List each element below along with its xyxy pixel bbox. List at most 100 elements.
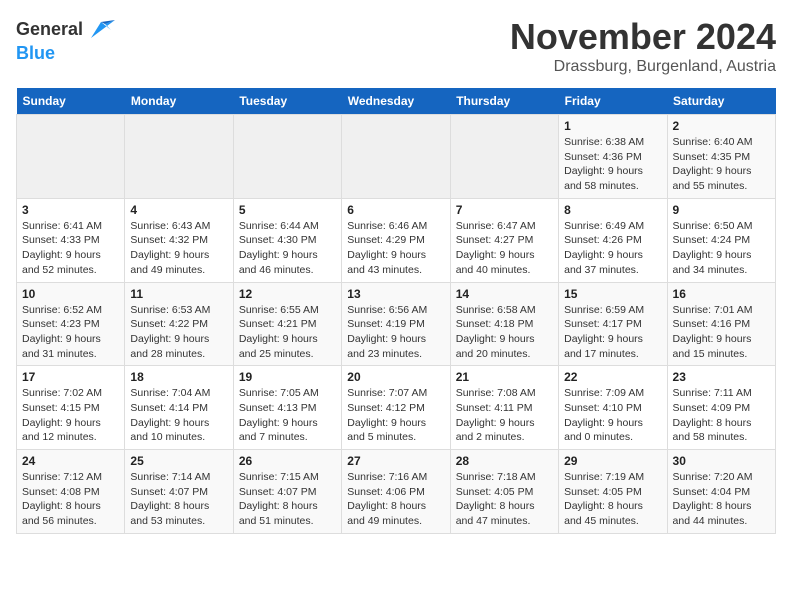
weekday-header-cell: Wednesday: [342, 88, 450, 115]
day-number: 3: [22, 203, 119, 217]
day-details: Sunrise: 7:15 AMSunset: 4:07 PMDaylight:…: [239, 470, 336, 529]
calendar-day-cell: 24 Sunrise: 7:12 AMSunset: 4:08 PMDayligh…: [17, 450, 125, 534]
day-details: Sunrise: 6:52 AMSunset: 4:23 PMDaylight:…: [22, 303, 119, 362]
calendar-table: SundayMondayTuesdayWednesdayThursdayFrid…: [16, 88, 776, 534]
day-details: Sunrise: 6:49 AMSunset: 4:26 PMDaylight:…: [564, 219, 661, 278]
calendar-day-cell: [342, 115, 450, 199]
day-number: 8: [564, 203, 661, 217]
calendar-day-cell: 1 Sunrise: 6:38 AMSunset: 4:36 PMDaylight…: [559, 115, 667, 199]
day-number: 9: [673, 203, 770, 217]
day-number: 25: [130, 454, 227, 468]
calendar-day-cell: [233, 115, 341, 199]
day-details: Sunrise: 7:01 AMSunset: 4:16 PMDaylight:…: [673, 303, 770, 362]
calendar-day-cell: [450, 115, 558, 199]
day-details: Sunrise: 6:41 AMSunset: 4:33 PMDaylight:…: [22, 219, 119, 278]
day-details: Sunrise: 7:04 AMSunset: 4:14 PMDaylight:…: [130, 386, 227, 445]
day-number: 6: [347, 203, 444, 217]
day-details: Sunrise: 6:40 AMSunset: 4:35 PMDaylight:…: [673, 135, 770, 194]
calendar-day-cell: 19Sunrise: 7:05 AMSunset: 4:13 PMDayligh…: [233, 366, 341, 450]
calendar-day-cell: 17Sunrise: 7:02 AMSunset: 4:15 PMDayligh…: [17, 366, 125, 450]
day-number: 18: [130, 370, 227, 384]
day-details: Sunrise: 6:56 AMSunset: 4:19 PMDaylight:…: [347, 303, 444, 362]
day-details: Sunrise: 7:12 AMSunset: 4:08 PMDaylight:…: [22, 470, 119, 529]
day-details: Sunrise: 6:59 AMSunset: 4:17 PMDaylight:…: [564, 303, 661, 362]
weekday-header-cell: Saturday: [667, 88, 775, 115]
calendar-day-cell: 5 Sunrise: 6:44 AMSunset: 4:30 PMDaylight…: [233, 198, 341, 282]
calendar-day-cell: [125, 115, 233, 199]
logo-blue-text: Blue: [16, 44, 115, 64]
header: General Blue November 2024 Drassburg, Bu…: [16, 16, 776, 76]
day-details: Sunrise: 6:38 AMSunset: 4:36 PMDaylight:…: [564, 135, 661, 194]
month-title: November 2024: [510, 16, 776, 58]
calendar-day-cell: 12 Sunrise: 6:55 AMSunset: 4:21 PMDayligh…: [233, 282, 341, 366]
calendar-day-cell: 20Sunrise: 7:07 AMSunset: 4:12 PMDayligh…: [342, 366, 450, 450]
day-number: 15: [564, 287, 661, 301]
calendar-week-row: 1 Sunrise: 6:38 AMSunset: 4:36 PMDaylight…: [17, 115, 776, 199]
calendar-day-cell: 10 Sunrise: 6:52 AMSunset: 4:23 PMDayligh…: [17, 282, 125, 366]
calendar-day-cell: 8 Sunrise: 6:49 AMSunset: 4:26 PMDaylight…: [559, 198, 667, 282]
calendar-day-cell: 16 Sunrise: 7:01 AMSunset: 4:16 PMDayligh…: [667, 282, 775, 366]
day-number: 10: [22, 287, 119, 301]
day-number: 21: [456, 370, 553, 384]
logo: General Blue: [16, 16, 115, 64]
day-details: Sunrise: 6:50 AMSunset: 4:24 PMDaylight:…: [673, 219, 770, 278]
calendar-day-cell: 2 Sunrise: 6:40 AMSunset: 4:35 PMDaylight…: [667, 115, 775, 199]
day-number: 14: [456, 287, 553, 301]
calendar-week-row: 17Sunrise: 7:02 AMSunset: 4:15 PMDayligh…: [17, 366, 776, 450]
day-number: 2: [673, 119, 770, 133]
calendar-week-row: 24 Sunrise: 7:12 AMSunset: 4:08 PMDayligh…: [17, 450, 776, 534]
weekday-header-cell: Friday: [559, 88, 667, 115]
day-details: Sunrise: 6:55 AMSunset: 4:21 PMDaylight:…: [239, 303, 336, 362]
calendar-day-cell: 28 Sunrise: 7:18 AMSunset: 4:05 PMDayligh…: [450, 450, 558, 534]
day-details: Sunrise: 7:18 AMSunset: 4:05 PMDaylight:…: [456, 470, 553, 529]
day-number: 13: [347, 287, 444, 301]
day-number: 11: [130, 287, 227, 301]
calendar-day-cell: 18 Sunrise: 7:04 AMSunset: 4:14 PMDayligh…: [125, 366, 233, 450]
calendar-day-cell: 21 Sunrise: 7:08 AMSunset: 4:11 PMDayligh…: [450, 366, 558, 450]
day-number: 5: [239, 203, 336, 217]
weekday-header-cell: Thursday: [450, 88, 558, 115]
day-details: Sunrise: 6:44 AMSunset: 4:30 PMDaylight:…: [239, 219, 336, 278]
day-number: 23: [673, 370, 770, 384]
day-details: Sunrise: 7:11 AMSunset: 4:09 PMDaylight:…: [673, 386, 770, 445]
day-details: Sunrise: 6:47 AMSunset: 4:27 PMDaylight:…: [456, 219, 553, 278]
location-subtitle: Drassburg, Burgenland, Austria: [510, 58, 776, 76]
day-details: Sunrise: 7:07 AMSunset: 4:12 PMDaylight:…: [347, 386, 444, 445]
calendar-day-cell: 25 Sunrise: 7:14 AMSunset: 4:07 PMDayligh…: [125, 450, 233, 534]
logo-general-text: General: [16, 20, 83, 40]
day-number: 1: [564, 119, 661, 133]
calendar-day-cell: 13 Sunrise: 6:56 AMSunset: 4:19 PMDayligh…: [342, 282, 450, 366]
day-details: Sunrise: 7:14 AMSunset: 4:07 PMDaylight:…: [130, 470, 227, 529]
day-number: 4: [130, 203, 227, 217]
calendar-day-cell: 4Sunrise: 6:43 AMSunset: 4:32 PMDaylight…: [125, 198, 233, 282]
calendar-day-cell: 15 Sunrise: 6:59 AMSunset: 4:17 PMDayligh…: [559, 282, 667, 366]
calendar-day-cell: [17, 115, 125, 199]
day-details: Sunrise: 6:58 AMSunset: 4:18 PMDaylight:…: [456, 303, 553, 362]
day-number: 29: [564, 454, 661, 468]
logo-bird-icon: [87, 16, 115, 44]
calendar-body: 1 Sunrise: 6:38 AMSunset: 4:36 PMDaylight…: [17, 115, 776, 534]
day-details: Sunrise: 7:05 AMSunset: 4:13 PMDaylight:…: [239, 386, 336, 445]
day-number: 12: [239, 287, 336, 301]
day-number: 7: [456, 203, 553, 217]
calendar-day-cell: 3 Sunrise: 6:41 AMSunset: 4:33 PMDaylight…: [17, 198, 125, 282]
calendar-week-row: 10 Sunrise: 6:52 AMSunset: 4:23 PMDayligh…: [17, 282, 776, 366]
day-details: Sunrise: 7:02 AMSunset: 4:15 PMDaylight:…: [22, 386, 119, 445]
day-number: 24: [22, 454, 119, 468]
day-number: 28: [456, 454, 553, 468]
day-details: Sunrise: 6:46 AMSunset: 4:29 PMDaylight:…: [347, 219, 444, 278]
calendar-day-cell: 29Sunrise: 7:19 AMSunset: 4:05 PMDayligh…: [559, 450, 667, 534]
day-number: 26: [239, 454, 336, 468]
calendar-day-cell: 6 Sunrise: 6:46 AMSunset: 4:29 PMDaylight…: [342, 198, 450, 282]
day-details: Sunrise: 7:20 AMSunset: 4:04 PMDaylight:…: [673, 470, 770, 529]
calendar-day-cell: 26 Sunrise: 7:15 AMSunset: 4:07 PMDayligh…: [233, 450, 341, 534]
calendar-day-cell: 23 Sunrise: 7:11 AMSunset: 4:09 PMDayligh…: [667, 366, 775, 450]
calendar-day-cell: 30Sunrise: 7:20 AMSunset: 4:04 PMDayligh…: [667, 450, 775, 534]
day-number: 27: [347, 454, 444, 468]
calendar-day-cell: 22Sunrise: 7:09 AMSunset: 4:10 PMDayligh…: [559, 366, 667, 450]
weekday-header-row: SundayMondayTuesdayWednesdayThursdayFrid…: [17, 88, 776, 115]
day-number: 16: [673, 287, 770, 301]
title-block: November 2024 Drassburg, Burgenland, Aus…: [510, 16, 776, 76]
calendar-week-row: 3 Sunrise: 6:41 AMSunset: 4:33 PMDaylight…: [17, 198, 776, 282]
day-details: Sunrise: 7:08 AMSunset: 4:11 PMDaylight:…: [456, 386, 553, 445]
